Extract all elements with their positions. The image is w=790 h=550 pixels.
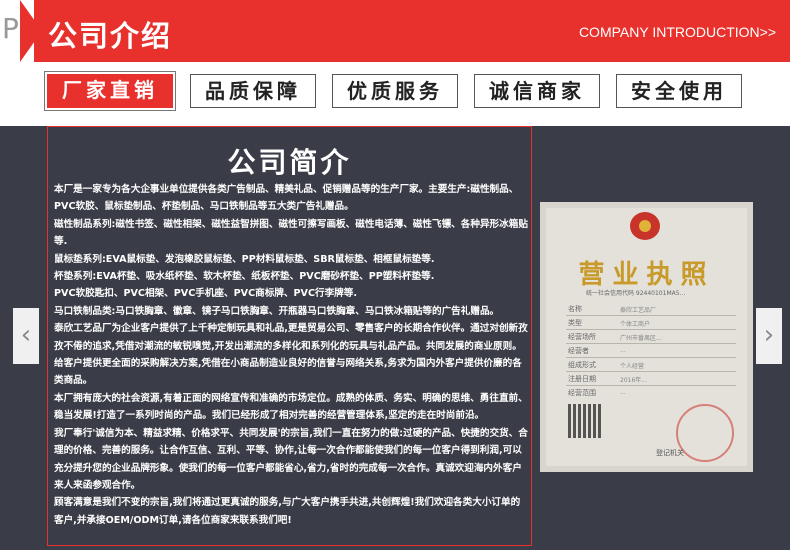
license-label: 名称 bbox=[568, 305, 582, 313]
license-divider bbox=[566, 357, 736, 358]
intro-paragraph: 本厂是一家专为各大企事业单位提供各类广告制品、精美礼品、促销赠品等的生产厂家。主… bbox=[54, 184, 519, 213]
license-label: 经营范围 bbox=[568, 389, 596, 397]
tab-safe-use[interactable]: 安全使用 bbox=[616, 74, 742, 108]
license-divider bbox=[566, 385, 736, 386]
tab-quality-assurance[interactable]: 品质保障 bbox=[190, 74, 316, 108]
official-seal-icon bbox=[676, 404, 734, 462]
header-notch bbox=[20, 0, 42, 62]
license-label: 组成形式 bbox=[568, 361, 596, 369]
license-title: 营业执照 bbox=[578, 260, 715, 290]
tab-factory-direct[interactable]: 厂家直销 bbox=[47, 74, 173, 108]
license-divider bbox=[566, 343, 736, 344]
license-label: 类型 bbox=[568, 319, 582, 327]
chevron-right-icon: › bbox=[763, 320, 775, 350]
intro-title: 公司简介 bbox=[227, 146, 352, 179]
license-value: ... bbox=[620, 389, 626, 396]
page-header: P 公司介绍 COMPANY INTRODUCTION>> bbox=[0, 0, 790, 62]
main-panel: ‹ › 公司简介 本厂是一家专为各大企事业单位提供各类广告制品、精美礼品、促销赠… bbox=[0, 126, 790, 550]
license-issuing-org: 登记机关 bbox=[656, 449, 684, 457]
intro-text: 本厂是一家专为各大企事业单位提供各类广告制品、精美礼品、促销赠品等的生产厂家。主… bbox=[54, 181, 528, 529]
license-value: 广州市番禺区... bbox=[620, 335, 662, 342]
intro-paragraph: 马口铁制品类:马口铁胸章、徽章、镜子马口铁胸章、开瓶器马口铁胸章、马口铁冰箱贴等… bbox=[54, 305, 500, 317]
intro-paragraph: 顾客满意是我们不变的宗旨,我们将通过更真诚的服务,与广大客户携手共进,共创辉煌!… bbox=[54, 497, 521, 526]
license-label: 经营者 bbox=[568, 347, 589, 355]
next-arrow-button[interactable]: › bbox=[756, 308, 782, 364]
license-label: 注册日期 bbox=[568, 375, 596, 383]
company-intro-box: 公司简介 本厂是一家专为各大企事业单位提供各类广告制品、精美礼品、促销赠品等的生… bbox=[47, 126, 532, 546]
license-value: ... bbox=[620, 347, 626, 354]
tab-bar: 厂家直销 品质保障 优质服务 诚信商家 安全使用 bbox=[0, 62, 790, 126]
intro-paragraph: 泰欣工艺品厂为企业客户提供了上千种定制玩具和礼品,更是贸易公司、零售客户的长期合… bbox=[54, 323, 528, 387]
p-letter: P bbox=[2, 12, 19, 45]
license-document: 营业执照 统一社会信用代码 92440101MA5... 名称 泰欣工艺品厂 类… bbox=[546, 208, 747, 466]
license-label: 经营场所 bbox=[568, 333, 596, 341]
qr-code-icon bbox=[568, 404, 602, 438]
business-license-image: 营业执照 统一社会信用代码 92440101MA5... 名称 泰欣工艺品厂 类… bbox=[540, 202, 753, 472]
license-value: 个人经营 bbox=[620, 363, 645, 370]
english-title-link[interactable]: COMPANY INTRODUCTION>> bbox=[579, 24, 776, 40]
license-value: 2016年... bbox=[620, 377, 647, 384]
tab-honest-merchant[interactable]: 诚信商家 bbox=[474, 74, 600, 108]
license-code: 统一社会信用代码 92440101MA5... bbox=[586, 290, 686, 297]
page-title: 公司介绍 bbox=[48, 19, 173, 53]
intro-paragraph: 鼠标垫系列:EVA鼠标垫、发泡橡胶鼠标垫、PP材料鼠标垫、SBR鼠标垫、相框鼠标… bbox=[54, 253, 435, 265]
license-divider bbox=[566, 329, 736, 330]
national-emblem-icon bbox=[630, 212, 660, 240]
license-divider bbox=[566, 315, 736, 316]
intro-paragraph: PVC软胶匙扣、PVC相架、PVC手机座、PVC商标牌、PVC行李牌等. bbox=[54, 288, 358, 300]
prev-arrow-button[interactable]: ‹ bbox=[13, 308, 39, 364]
license-value: 个体工商户 bbox=[620, 321, 651, 328]
license-value: 泰欣工艺品厂 bbox=[620, 307, 657, 314]
intro-paragraph: 杯垫系列:EVA杯垫、吸水纸杯垫、软木杯垫、纸板杯垫、PVC磨砂杯垫、PP塑料杯… bbox=[54, 271, 435, 283]
tab-quality-service[interactable]: 优质服务 bbox=[332, 74, 458, 108]
chevron-left-icon: ‹ bbox=[20, 320, 32, 350]
intro-paragraph: 我厂奉行'诚信为本、精益求精、价格求平、共同发展'的宗旨,我们一直在努力的做:过… bbox=[54, 427, 528, 491]
license-divider bbox=[566, 371, 736, 372]
intro-paragraph: 本厂拥有庞大的社会资源,有着正面的网络宣传和准确的市场定位。成熟的体质、务实、明… bbox=[54, 392, 528, 422]
intro-paragraph: 磁性制品系列:磁性书签、磁性相架、磁性益智拼图、磁性可擦写画板、磁性电话薄、磁性… bbox=[54, 218, 528, 248]
